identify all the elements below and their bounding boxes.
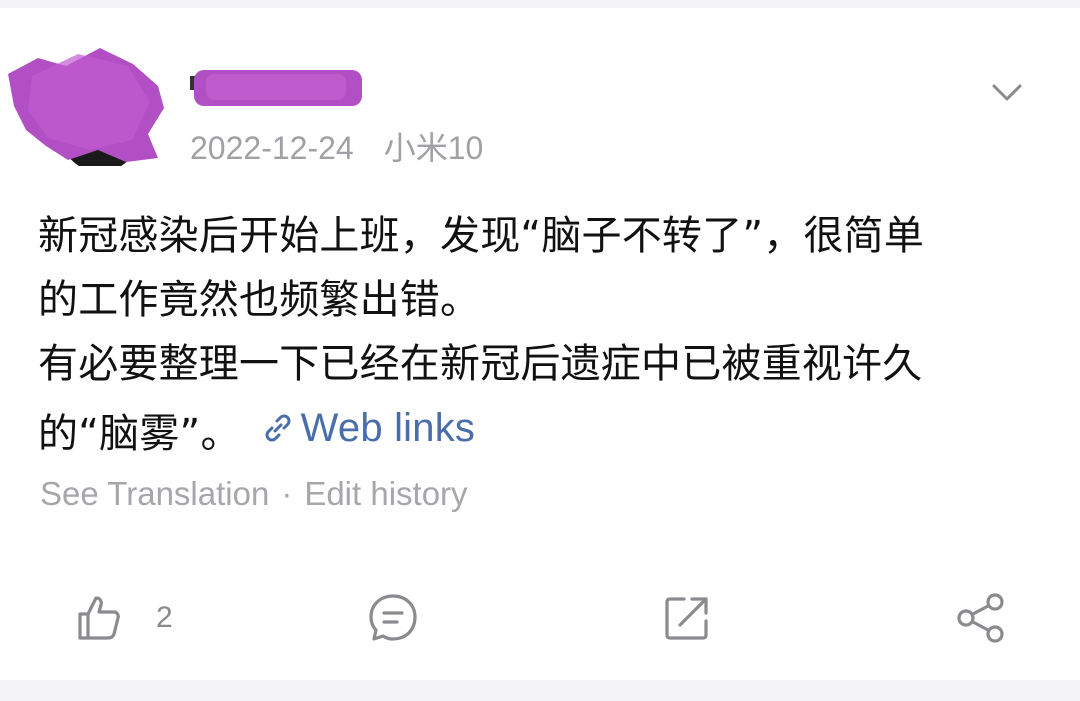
link-icon [265, 414, 291, 442]
post-meta: 2022-12-24 小米10 [190, 126, 483, 170]
post-text-line: 有必要整理一下已经在新冠后遗症中已被重视许久 [38, 341, 923, 387]
post-text-line: 的“脑雾”。 [38, 411, 241, 457]
repost-icon [665, 597, 708, 640]
post-card: 2022-12-24 小米10 新冠感染后开始上班，发现“脑子不转了”，很简单 的… [0, 8, 1080, 680]
like-count: 2 [156, 601, 173, 634]
like-button[interactable]: 2 [74, 588, 173, 648]
web-links-link[interactable]: Web links [259, 396, 475, 460]
post-text-line: 的工作竟然也频繁出错。 [38, 277, 481, 323]
share-icon [957, 593, 1004, 643]
action-bar: 2 [0, 588, 1080, 648]
avatar[interactable] [8, 46, 170, 166]
post-text-line: 新冠感染后开始上班，发现“脑子不转了”，很简单 [38, 213, 925, 259]
post-text-line-last: 的“脑雾”。 Web links [38, 396, 1048, 466]
post-date: 2022-12-24 [190, 130, 354, 166]
edit-history-link[interactable]: Edit history [304, 475, 467, 512]
post-device: 小米10 [383, 130, 484, 166]
post-footer-links: See Translation · Edit history [40, 470, 468, 518]
comment-button[interactable] [366, 588, 420, 648]
post-body: 新冠感染后开始上班，发现“脑子不转了”，很简单 的工作竟然也频繁出错。 有必要整… [38, 204, 1048, 466]
web-links-label: Web links [300, 406, 476, 450]
comment-icon [369, 594, 417, 641]
share-button[interactable] [954, 588, 1008, 648]
thumbs-up-icon [78, 596, 120, 640]
separator-dot: · [281, 475, 293, 512]
see-translation-link[interactable]: See Translation [40, 475, 269, 512]
repost-button[interactable] [662, 588, 712, 648]
chevron-down-icon[interactable] [990, 80, 1024, 104]
username-redacted[interactable] [190, 66, 368, 110]
